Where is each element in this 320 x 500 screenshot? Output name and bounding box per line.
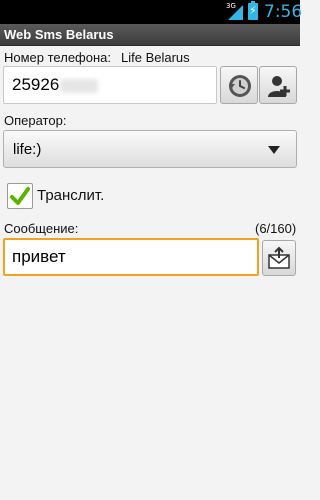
dropdown-arrow-icon	[268, 146, 280, 154]
status-bar: 3G ⚡ 7:56	[0, 0, 303, 24]
translit-label[interactable]: Транслит.	[37, 187, 104, 204]
app-title: Web Sms Belarus	[4, 27, 114, 42]
detected-operator: Life Belarus	[121, 50, 190, 65]
phone-number-field[interactable]: 25926	[3, 66, 217, 104]
operator-label: Оператор:	[4, 113, 67, 128]
operator-selected: life:)	[13, 141, 42, 158]
add-contact-icon	[268, 76, 290, 97]
checkmark-icon	[10, 187, 30, 205]
signal-icon: 3G	[226, 2, 244, 21]
message-label: Сообщение:	[4, 221, 79, 236]
network-type: 3G	[226, 2, 236, 10]
translit-checkbox[interactable]	[7, 183, 33, 209]
send-icon	[268, 246, 290, 269]
phone-number-redacted	[60, 78, 99, 93]
add-contact-button[interactable]	[259, 66, 297, 104]
phone-label: Номер телефона:	[4, 50, 111, 65]
battery-charging-icon: ⚡	[248, 1, 258, 20]
message-value: привет	[12, 247, 66, 266]
history-button[interactable]	[220, 66, 258, 104]
status-time: 7:56	[264, 2, 303, 22]
send-button[interactable]	[262, 240, 296, 276]
app-title-bar: Web Sms Belarus	[0, 24, 300, 46]
phone-number-value: 25926	[12, 75, 60, 94]
message-counter: (6/160)	[255, 221, 297, 236]
operator-select[interactable]: life:)	[3, 130, 297, 168]
message-field[interactable]: привет	[3, 238, 259, 276]
history-icon	[229, 75, 251, 97]
